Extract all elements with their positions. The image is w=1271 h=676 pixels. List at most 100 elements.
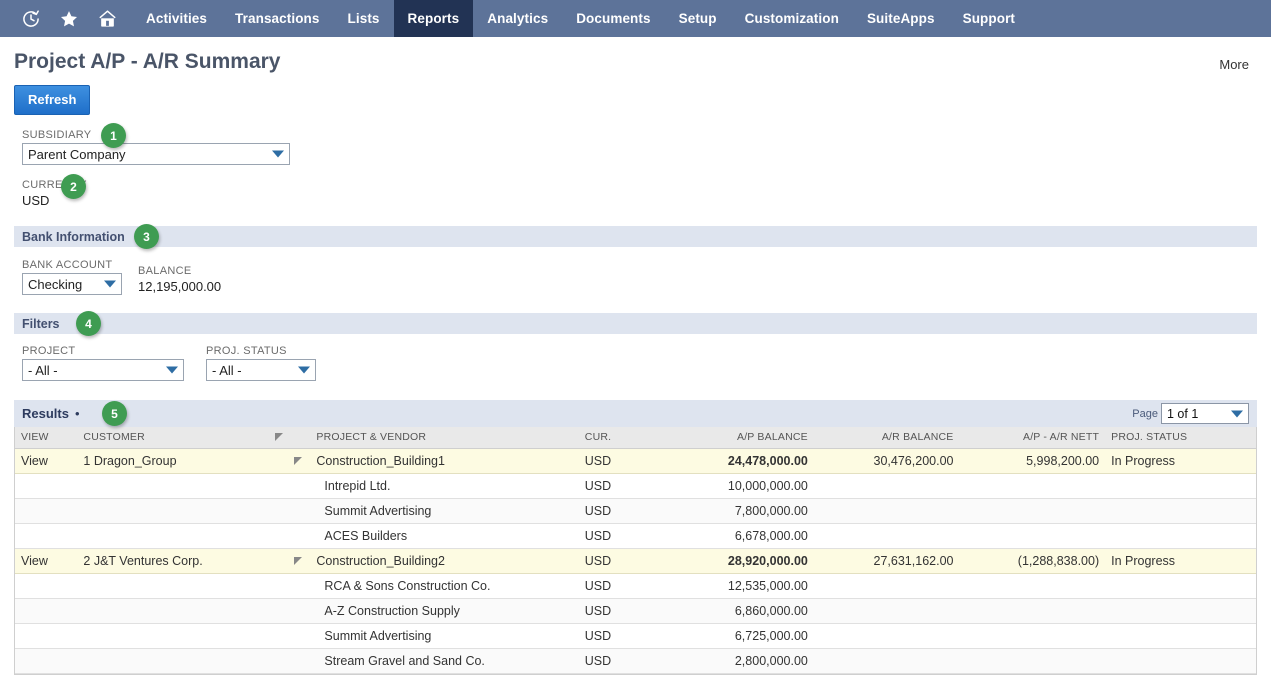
cell-customer [77, 523, 268, 548]
cell-view[interactable]: View [15, 448, 77, 473]
cell-ar-balance [814, 648, 960, 673]
table-row-group[interactable]: View1 Dragon_Group Construction_Building1… [15, 448, 1256, 473]
column-header-project-vendor[interactable]: PROJECT & VENDOR [310, 427, 578, 448]
page-select[interactable]: 1 of 1 [1161, 403, 1249, 424]
recent-history-icon[interactable] [20, 8, 42, 30]
cell-ap-ar-nett: 5,998,200.00 [959, 448, 1105, 473]
pagination-control: Page 1 of 1 [1132, 403, 1249, 424]
table-row[interactable]: Summit AdvertisingUSD6,725,000.00 [15, 623, 1256, 648]
row-expand-arrow-cell[interactable] [269, 448, 311, 473]
subsidiary-select[interactable]: Parent Company [22, 143, 290, 165]
cell-project-vendor[interactable]: Summit Advertising [310, 498, 578, 523]
refresh-button[interactable]: Refresh [14, 85, 90, 115]
page-select-value: 1 of 1 [1167, 407, 1198, 421]
cell-ar-balance [814, 598, 960, 623]
column-header-ap-ar-nett[interactable]: A/P - A/R NETT [959, 427, 1105, 448]
cell-customer[interactable]: 1 Dragon_Group [77, 448, 268, 473]
cell-ap-ar-nett [959, 648, 1105, 673]
column-header-customer[interactable]: CUSTOMER [77, 427, 268, 448]
column-header-ap-balance[interactable]: A/P BALANCE [660, 427, 814, 448]
nav-item-analytics[interactable]: Analytics [473, 0, 562, 37]
cell-ap-ar-nett [959, 598, 1105, 623]
cell-cur: USD [579, 498, 660, 523]
cell-cur: USD [579, 573, 660, 598]
project-filter-label: PROJECT [22, 345, 184, 357]
cell-project-vendor[interactable]: Stream Gravel and Sand Co. [310, 648, 578, 673]
cell-project-vendor[interactable]: RCA & Sons Construction Co. [310, 573, 578, 598]
bank-information-section-header: Bank Information 3 [14, 226, 1257, 247]
cell-proj-status: In Progress [1105, 548, 1256, 573]
row-expand-arrow-cell [269, 598, 311, 623]
cell-customer[interactable]: 2 J&T Ventures Corp. [77, 548, 268, 573]
row-expand-arrow-cell [269, 573, 311, 598]
proj-status-filter-select[interactable]: - All - [206, 359, 316, 381]
nav-item-transactions[interactable]: Transactions [221, 0, 333, 37]
nav-item-customization[interactable]: Customization [731, 0, 853, 37]
cell-ap-balance: 2,800,000.00 [660, 648, 814, 673]
page-title: Project A/P - A/R Summary [14, 49, 1271, 75]
bank-account-select[interactable]: Checking [22, 273, 122, 295]
column-header-ar-balance[interactable]: A/R BALANCE [814, 427, 960, 448]
cell-view [15, 498, 77, 523]
step-badge-2: 2 [61, 174, 86, 199]
bank-account-field: BANK ACCOUNT Checking [22, 259, 122, 295]
column-header-view[interactable]: VIEW [15, 427, 77, 448]
table-row[interactable]: RCA & Sons Construction Co.USD12,535,000… [15, 573, 1256, 598]
table-row[interactable]: Summit AdvertisingUSD7,800,000.00 [15, 498, 1256, 523]
cell-cur: USD [579, 648, 660, 673]
table-row[interactable]: ACES BuildersUSD6,678,000.00 [15, 523, 1256, 548]
nav-item-suiteapps[interactable]: SuiteApps [853, 0, 949, 37]
table-row[interactable]: A-Z Construction SupplyUSD6,860,000.00 [15, 598, 1256, 623]
cell-ar-balance [814, 523, 960, 548]
row-expand-arrow-cell[interactable] [269, 548, 311, 573]
chevron-down-icon [104, 281, 116, 288]
nav-item-lists[interactable]: Lists [334, 0, 394, 37]
cell-view [15, 648, 77, 673]
column-header-cur[interactable]: CUR. [579, 427, 660, 448]
project-filter-select[interactable]: - All - [22, 359, 184, 381]
cell-project-vendor[interactable]: Summit Advertising [310, 623, 578, 648]
subsidiary-label: SUBSIDIARY [22, 129, 1271, 141]
nav-item-documents[interactable]: Documents [562, 0, 664, 37]
sort-arrow-icon[interactable] [275, 433, 283, 441]
table-row-group[interactable]: View2 J&T Ventures Corp. Construction_Bui… [15, 548, 1256, 573]
cell-project-vendor[interactable]: A-Z Construction Supply [310, 598, 578, 623]
nav-item-support[interactable]: Support [949, 0, 1029, 37]
cell-customer [77, 498, 268, 523]
favorites-star-icon[interactable] [58, 8, 80, 30]
expand-collapse-arrow-icon[interactable] [294, 457, 302, 465]
cell-view[interactable]: View [15, 548, 77, 573]
nav-item-reports[interactable]: Reports [394, 0, 474, 37]
balance-field: BALANCE 12,195,000.00 [138, 265, 221, 295]
cell-ap-ar-nett [959, 573, 1105, 598]
results-table-body: View1 Dragon_GroupConstruction_Building1… [15, 448, 1256, 673]
cell-project-vendor[interactable]: Intrepid Ltd. [310, 473, 578, 498]
cell-proj-status [1105, 648, 1256, 673]
cell-project-vendor[interactable]: Construction_Building2 [310, 548, 578, 573]
results-section-header: Results • 5 Page 1 of 1 [14, 400, 1257, 427]
column-header-proj-status[interactable]: PROJ. STATUS [1105, 427, 1256, 448]
cell-proj-status [1105, 473, 1256, 498]
expand-collapse-arrow-icon[interactable] [294, 557, 302, 565]
cell-customer [77, 648, 268, 673]
project-filter-value: - All - [28, 363, 58, 378]
chevron-down-icon [166, 367, 178, 374]
cell-project-vendor[interactable]: Construction_Building1 [310, 448, 578, 473]
table-row[interactable]: Stream Gravel and Sand Co.USD2,800,000.0… [15, 648, 1256, 673]
filters-fields: PROJECT - All - PROJ. STATUS - All - [0, 345, 1271, 381]
more-link[interactable]: More [1219, 57, 1249, 72]
table-row[interactable]: Intrepid Ltd.USD10,000,000.00 [15, 473, 1256, 498]
cell-ar-balance: 27,631,162.00 [814, 548, 960, 573]
nav-item-activities[interactable]: Activities [132, 0, 221, 37]
results-table-container: VIEWCUSTOMER PROJECT & VENDORCUR.A/P BALA… [14, 427, 1257, 675]
home-icon[interactable] [96, 8, 118, 30]
cell-cur: USD [579, 448, 660, 473]
nav-item-setup[interactable]: Setup [665, 0, 731, 37]
column-header-sort1[interactable] [269, 427, 311, 448]
cell-view [15, 573, 77, 598]
chevron-down-icon [298, 367, 310, 374]
cell-project-vendor[interactable]: ACES Builders [310, 523, 578, 548]
main-navigation-bar: ActivitiesTransactionsListsReportsAnalyt… [0, 0, 1271, 37]
row-expand-arrow-cell [269, 473, 311, 498]
row-expand-arrow-cell [269, 523, 311, 548]
